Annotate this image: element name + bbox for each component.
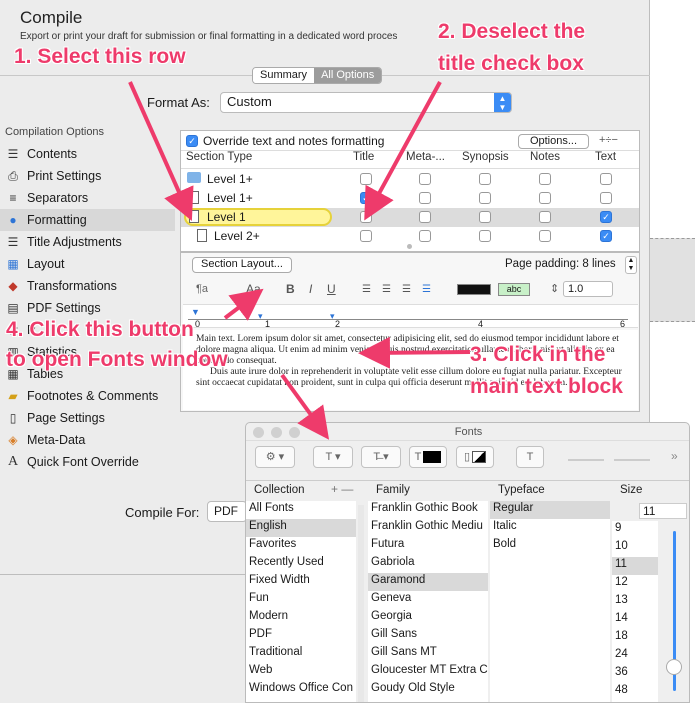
annotation-step-3-line1: 3. Click in the [470, 343, 606, 366]
annotation-step-2-line2: title check box [438, 52, 584, 75]
annotation-step-3-line2: main text block [470, 375, 623, 398]
arrow-4a [223, 288, 264, 321]
annotation-step-4-line1: 4. Click this button [6, 318, 194, 341]
arrow-3 [358, 336, 471, 369]
annotation-step-2-line1: 2. Deselect the [438, 20, 586, 43]
arrow-2 [364, 81, 442, 221]
annotation-step-1: 1. Select this row [14, 45, 186, 68]
arrow-1 [128, 81, 194, 221]
annotation-step-4-line2: to open Fonts window [6, 348, 228, 371]
arrow-4b [280, 373, 330, 440]
